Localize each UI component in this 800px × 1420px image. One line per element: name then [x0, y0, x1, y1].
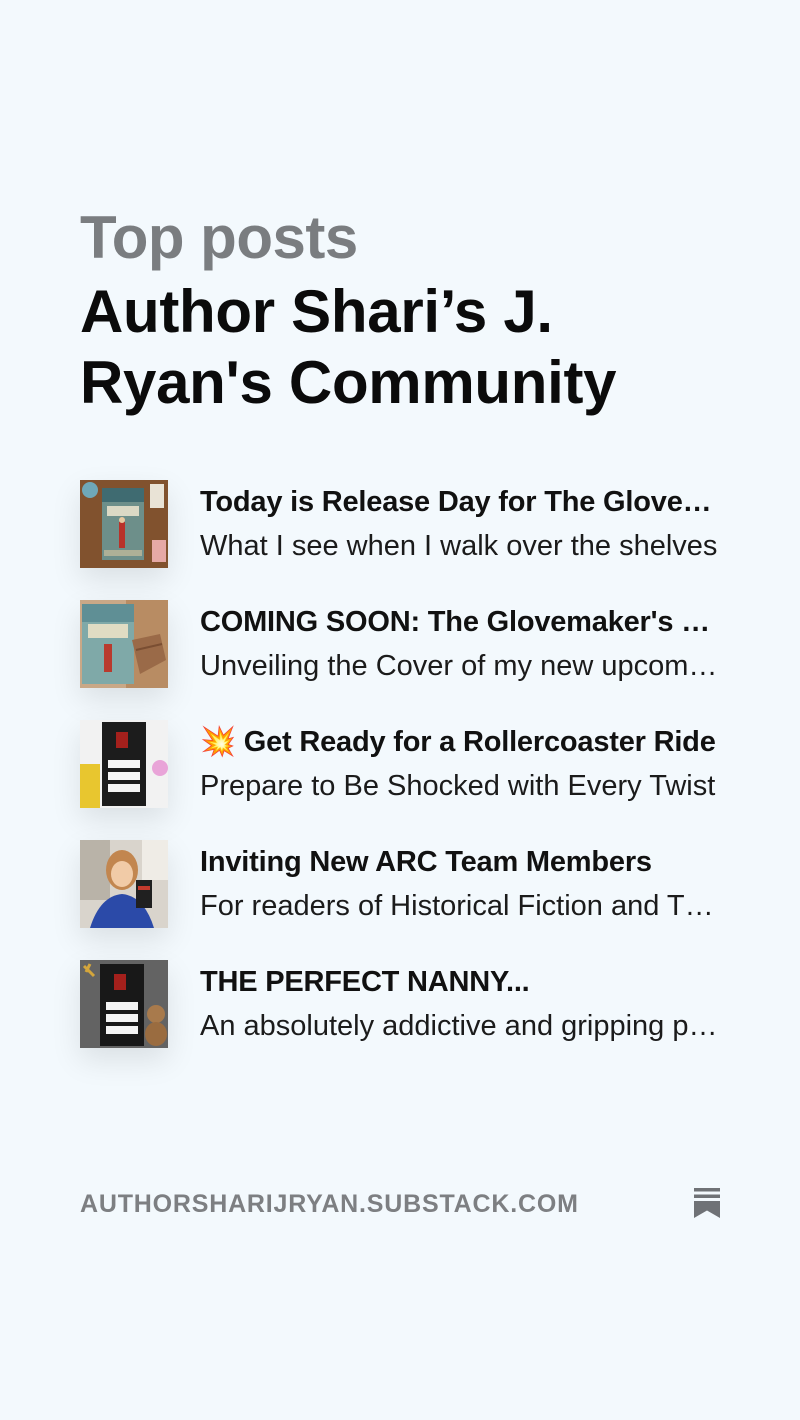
post-item[interactable]: Today is Release Day for The Glovemaker'… [80, 480, 740, 568]
post-title[interactable]: THE PERFECT NANNY... [200, 960, 720, 1004]
post-title[interactable]: 💥 Get Ready for a Rollercoaster Ride [200, 720, 720, 764]
publication-title: Author Shari’s J. Ryan's Community [80, 278, 617, 416]
book-cover-image [80, 480, 168, 568]
top-posts-card: Top posts Author Shari’s J. Ryan's Commu… [0, 0, 800, 1420]
post-subtitle: Prepare to Be Shocked with Every Twist [200, 770, 716, 802]
book-cover-image [80, 720, 168, 808]
post-subtitle: For readers of Historical Fiction and Th… [200, 890, 720, 922]
post-text: COMING SOON: The Glovemaker's Daughter U… [200, 600, 720, 688]
post-subtitle: Unveiling the Cover of my new upcoming n… [200, 650, 720, 682]
footer: AUTHORSHARIJRYAN.SUBSTACK.COM [80, 1186, 720, 1222]
post-thumbnail [80, 480, 168, 568]
post-text: 💥 Get Ready for a Rollercoaster Ride Pre… [200, 720, 720, 808]
substack-bookmark-icon [694, 1188, 720, 1218]
post-thumbnail [80, 840, 168, 928]
author-photo [80, 840, 168, 928]
post-title[interactable]: Inviting New ARC Team Members [200, 840, 720, 884]
post-text: Today is Release Day for The Glovemaker'… [200, 480, 720, 568]
book-cover-image [80, 600, 168, 688]
post-thumbnail [80, 720, 168, 808]
post-title[interactable]: COMING SOON: The Glovemaker's Daughter [200, 600, 720, 644]
publication-domain[interactable]: AUTHORSHARIJRYAN.SUBSTACK.COM [80, 1188, 579, 1220]
section-kicker: Top posts [80, 204, 358, 271]
post-subtitle: An absolutely addictive and gripping psy… [200, 1010, 720, 1042]
post-item[interactable]: 💥 Get Ready for a Rollercoaster Ride Pre… [80, 720, 740, 808]
post-text: THE PERFECT NANNY... An absolutely addic… [200, 960, 720, 1048]
post-subtitle: What I see when I walk over the shelves [200, 530, 718, 562]
book-cover-image [80, 960, 168, 1048]
post-item[interactable]: THE PERFECT NANNY... An absolutely addic… [80, 960, 740, 1048]
post-list: Today is Release Day for The Glovemaker'… [80, 480, 740, 1080]
post-title[interactable]: Today is Release Day for The Glovemaker'… [200, 480, 720, 524]
post-item[interactable]: Inviting New ARC Team Members For reader… [80, 840, 740, 928]
post-thumbnail [80, 960, 168, 1048]
post-item[interactable]: COMING SOON: The Glovemaker's Daughter U… [80, 600, 740, 688]
post-text: Inviting New ARC Team Members For reader… [200, 840, 720, 928]
post-thumbnail [80, 600, 168, 688]
